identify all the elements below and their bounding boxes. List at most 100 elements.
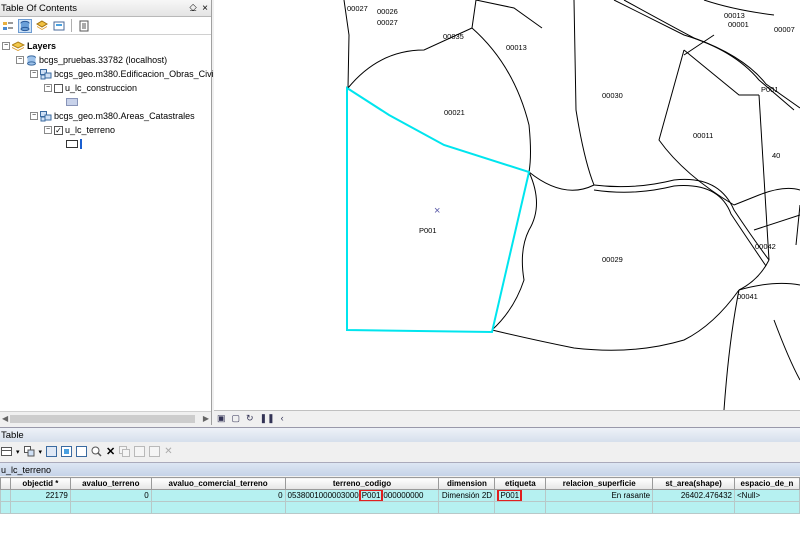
layout-view-icon[interactable]: ▢	[232, 413, 241, 424]
visibility-checkbox[interactable]	[54, 83, 63, 93]
parcel-label: 00013	[506, 43, 527, 52]
cell-espacio[interactable]: <Null>	[734, 489, 800, 502]
layer-node-terreno[interactable]: − ✓ u_lc_terreno	[44, 124, 115, 136]
cell-etiqueta[interactable]: P001	[494, 489, 547, 502]
refresh-icon[interactable]: ↻	[246, 413, 254, 424]
switch-selection-icon[interactable]	[61, 446, 73, 457]
select-by-attributes-icon[interactable]	[46, 446, 58, 457]
table-options-icon[interactable]	[1, 446, 12, 457]
options-icon[interactable]	[77, 19, 91, 33]
row-selector-header[interactable]	[0, 477, 11, 490]
connection-label: bcgs_pruebas.33782 (localhost)	[39, 55, 168, 65]
layers-label: Layers	[27, 41, 57, 51]
close-icon[interactable]: ×	[202, 0, 208, 17]
connection-node[interactable]: − bcgs_pruebas.33782 (localhost)	[16, 54, 167, 66]
paste-icon	[134, 446, 146, 457]
copy-icon	[119, 446, 131, 457]
column-header[interactable]: st_area(shape)	[652, 477, 735, 490]
column-header[interactable]: relacion_superficie	[545, 477, 654, 490]
layers-icon	[12, 40, 25, 51]
toolbar-separator	[71, 19, 72, 32]
cell-terreno-codigo[interactable]: 0538001000003000 P001 000000000	[284, 489, 440, 502]
parcel-line	[723, 289, 740, 410]
scroll-left-icon[interactable]: ◀	[2, 414, 8, 423]
attribute-table: objectid * avaluo_terreno avaluo_comerci…	[0, 477, 800, 514]
cell-objectid[interactable]: 22179	[9, 489, 71, 502]
parcel-line	[347, 0, 477, 89]
cell-avaluo-terreno[interactable]: 0	[69, 489, 152, 502]
new-row[interactable]	[0, 501, 800, 514]
zoom-to-selected-icon[interactable]	[91, 446, 102, 457]
dropdown-icon[interactable]: ▾	[39, 448, 43, 456]
table-toolbar: ▾ ▾ ✕ ✕	[0, 443, 800, 460]
table-tab[interactable]: u_lc_terreno	[0, 462, 800, 476]
collapse-icon[interactable]: −	[30, 112, 38, 120]
pin-icon[interactable]: ⎐	[189, 0, 197, 17]
related-tables-icon[interactable]	[23, 446, 35, 457]
layers-node[interactable]: − Layers	[2, 40, 56, 52]
column-header[interactable]: etiqueta	[494, 477, 547, 490]
collapse-icon[interactable]: −	[44, 84, 52, 92]
scroll-thumb[interactable]	[10, 415, 195, 423]
cell-avaluo-comercial-terreno[interactable]: 0	[150, 489, 286, 502]
pause-drawing-icon[interactable]: ❚❚	[260, 413, 275, 424]
column-header[interactable]: dimension	[438, 477, 496, 490]
data-view-icon[interactable]: ▣	[217, 413, 226, 424]
cell-st-area[interactable]: 26402.476432	[652, 489, 735, 502]
list-by-drawing-order-icon[interactable]	[1, 19, 15, 33]
polygon-symbol-icon	[66, 98, 78, 106]
parcel-map[interactable]: 00027 00026 00027 00035 00013 00013 0000…	[214, 0, 800, 410]
collapse-icon[interactable]: −	[16, 56, 24, 64]
column-header[interactable]: avaluo_comercial_terreno	[150, 477, 286, 490]
table-of-contents-panel: Table Of Contents ⎐ × − Layers − bcgs_pr…	[0, 0, 216, 425]
toc-horizontal-scrollbar[interactable]: ◀ ▶	[0, 411, 211, 425]
parcel-line	[528, 171, 595, 191]
column-header[interactable]: terreno_codigo	[284, 477, 440, 490]
dropdown-icon[interactable]: ▾	[16, 448, 20, 456]
layer-label: u_lc_terreno	[65, 125, 116, 135]
parcel-line	[573, 0, 595, 186]
parcel-label: 00021	[444, 108, 465, 117]
delete-selected-icon[interactable]: ✕	[106, 445, 115, 458]
clear-selection-icon[interactable]	[76, 446, 88, 457]
collapse-icon[interactable]: −	[44, 126, 52, 134]
parcel-label: 00027	[347, 4, 368, 13]
column-header[interactable]: objectid *	[9, 477, 71, 490]
cell-relacion-superficie[interactable]: En rasante	[545, 489, 654, 502]
scroll-left-icon[interactable]: ‹	[281, 413, 284, 423]
list-by-visibility-icon[interactable]	[35, 19, 49, 33]
visibility-checkbox[interactable]: ✓	[54, 125, 63, 135]
column-header[interactable]: espacio_de_n	[734, 477, 800, 490]
dataset-label: bcgs_geo.m380.Edificacion_Obras_Civil	[54, 69, 216, 79]
parcel-centroid-marker-icon: ×	[434, 205, 440, 217]
codigo-highlight: P001	[358, 490, 384, 501]
etiqueta-highlight: P001	[497, 490, 523, 501]
parcel-line	[683, 49, 759, 96]
parcel-line	[753, 214, 800, 231]
row-selector[interactable]	[0, 489, 11, 502]
dataset-node-areas[interactable]: − bcgs_geo.m380.Areas_Catastrales	[30, 110, 195, 122]
collapse-icon[interactable]: −	[30, 70, 38, 78]
layer-node-construccion[interactable]: − u_lc_construccion	[44, 82, 137, 94]
parcel-label: 00035	[443, 32, 464, 41]
collapse-icon[interactable]: −	[2, 42, 10, 50]
row-selector[interactable]	[0, 501, 11, 514]
cell-dimension[interactable]: Dimensión 2D	[438, 489, 496, 502]
dataset-node-edificacion[interactable]: − bcgs_geo.m380.Edificacion_Obras_Civil	[30, 68, 216, 80]
list-by-source-icon[interactable]	[18, 18, 32, 33]
parcel-label: P001	[419, 226, 437, 235]
parcel-label: 00042	[755, 242, 776, 251]
hollow-polygon-symbol-icon	[66, 140, 78, 148]
list-by-selection-icon[interactable]	[52, 19, 66, 33]
column-header[interactable]: avaluo_terreno	[69, 477, 152, 490]
table-row[interactable]: 22179 0 0 0538001000003000 P001 000000000 …	[0, 489, 800, 502]
parcel-label: 00013	[724, 11, 745, 20]
parcel-line	[658, 49, 735, 206]
parcel-line	[491, 289, 740, 351]
map-display[interactable]: 00027 00026 00027 00035 00013 00013 0000…	[214, 0, 800, 410]
table-header-row: objectid * avaluo_terreno avaluo_comerci…	[0, 477, 800, 490]
scroll-right-icon[interactable]: ▶	[203, 414, 209, 423]
toc-tree: − Layers − bcgs_pruebas.33782 (localhost…	[0, 35, 216, 407]
parcel-label: 00041	[737, 292, 758, 301]
attribute-grid: objectid * avaluo_terreno avaluo_comerci…	[0, 477, 800, 540]
